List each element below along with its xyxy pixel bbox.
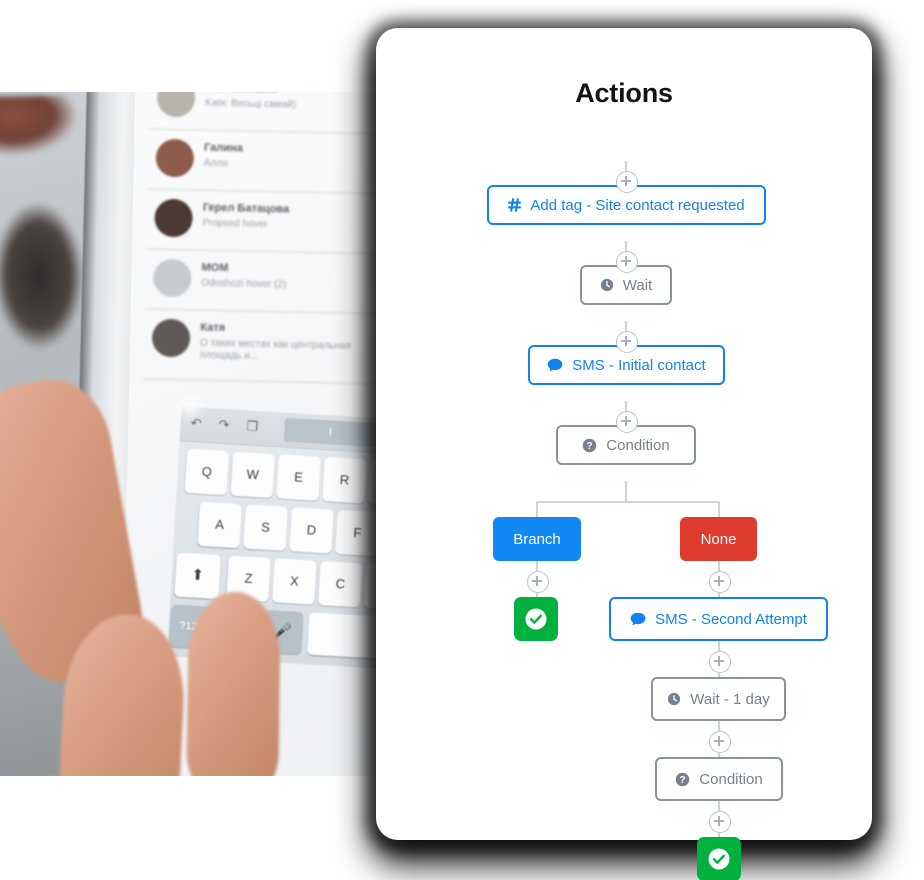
keyboard-key: Q xyxy=(184,448,230,496)
node-label: Condition xyxy=(699,770,763,788)
redo-icon: ↷ xyxy=(218,416,230,433)
background-photo: Don Giovanni Katя: Весьці самай) Vďera Г… xyxy=(0,92,376,776)
add-step-button[interactable] xyxy=(616,331,638,353)
chat-message: Алло xyxy=(203,157,228,170)
svg-text:?: ? xyxy=(587,440,593,451)
chat-name: Герел Батацова xyxy=(202,201,290,216)
space-key xyxy=(307,612,376,669)
node-label: Add tag - Site contact requested xyxy=(530,196,745,214)
node-label: Wait - 1 day xyxy=(690,690,770,708)
keyboard-key: T xyxy=(368,459,376,507)
list-item: Катя О таких местах как центральная площ… xyxy=(143,308,376,387)
keyboard-key: V xyxy=(364,563,376,611)
prediction-1: I xyxy=(283,417,376,448)
screenshot-stage: Don Giovanni Katя: Весьці самай) Vďera Г… xyxy=(0,0,924,880)
node-none[interactable]: None xyxy=(680,517,757,561)
shift-key-icon: ⬆ xyxy=(174,552,221,600)
workflow-canvas: Add tag - Site contact requested Wait SM… xyxy=(376,109,872,880)
node-end-right[interactable] xyxy=(697,837,741,880)
add-step-button[interactable] xyxy=(616,251,638,273)
add-step-button[interactable] xyxy=(709,731,731,753)
list-item: Галина Алло 30.01.17 xyxy=(147,128,376,197)
keyboard-key: F xyxy=(335,509,376,557)
node-label: SMS - Second Attempt xyxy=(655,610,807,628)
page-title: Actions xyxy=(575,78,673,108)
add-step-button[interactable] xyxy=(709,651,731,673)
clock-icon xyxy=(600,278,614,292)
check-circle-icon xyxy=(706,846,732,872)
hash-icon xyxy=(508,198,522,212)
add-step-button[interactable] xyxy=(527,571,549,593)
svg-text:?: ? xyxy=(680,774,686,785)
add-step-button[interactable] xyxy=(709,571,731,593)
chat-name: MOM xyxy=(201,261,229,275)
question-mark-icon: ? xyxy=(582,438,597,453)
keyboard-key: S xyxy=(243,504,288,551)
chat-name: Галина xyxy=(203,141,243,155)
node-label: SMS - Initial contact xyxy=(572,356,706,374)
keyboard-key: E xyxy=(276,454,321,501)
question-mark-icon: ? xyxy=(675,772,690,787)
node-branch[interactable]: Branch xyxy=(493,517,581,561)
add-step-button[interactable] xyxy=(616,171,638,193)
node-end-left[interactable] xyxy=(514,597,558,641)
chat-message: Odoshozi hover (2) xyxy=(201,277,287,291)
clock-icon xyxy=(667,692,681,706)
keyboard-key: C xyxy=(318,561,363,608)
chat-bubble-icon xyxy=(630,612,646,626)
node-label: Branch xyxy=(513,530,561,548)
node-sms-second-attempt[interactable]: SMS - Second Attempt xyxy=(609,597,828,641)
avatar xyxy=(155,138,195,178)
avatar xyxy=(154,198,193,238)
keyboard-key: W xyxy=(230,451,275,499)
node-condition-2[interactable]: ? Condition xyxy=(655,757,783,801)
add-step-button[interactable] xyxy=(709,811,731,833)
chat-message: Propsed hover xyxy=(202,217,268,231)
index-finger xyxy=(186,591,281,776)
avatar xyxy=(156,92,196,118)
actions-card: Actions Add tag - Site contact requested… xyxy=(376,28,872,880)
connector-line-horizontal xyxy=(536,501,719,503)
node-wait-1-day[interactable]: Wait - 1 day xyxy=(651,677,786,721)
connector-line xyxy=(625,481,627,503)
node-label: Wait xyxy=(622,276,653,294)
chat-message: О таких местах как центральная площадь и… xyxy=(199,337,351,362)
keyboard-key: R xyxy=(322,457,367,504)
chat-message: Katя: Весьці самай) xyxy=(204,97,297,111)
keyboard-key: X xyxy=(272,558,317,605)
keyboard-key: A xyxy=(197,501,242,549)
node-label: Condition xyxy=(606,436,670,454)
list-item: MOM Odoshozi hover (2) 04.01.17 xyxy=(144,248,376,317)
avatar xyxy=(152,258,192,298)
avatar xyxy=(151,318,191,358)
check-circle-icon xyxy=(523,606,549,632)
list-item: Герел Батацова Propsed hover 17.01.17 xyxy=(145,188,376,257)
copy-icon: ❐ xyxy=(246,418,259,435)
node-label: None xyxy=(700,530,737,548)
chat-name: Don Giovanni xyxy=(205,92,277,95)
chat-bubble-icon xyxy=(547,358,563,372)
add-step-button[interactable] xyxy=(616,411,638,433)
chat-name: Катя xyxy=(200,321,226,335)
keyboard-key: D xyxy=(289,507,334,554)
